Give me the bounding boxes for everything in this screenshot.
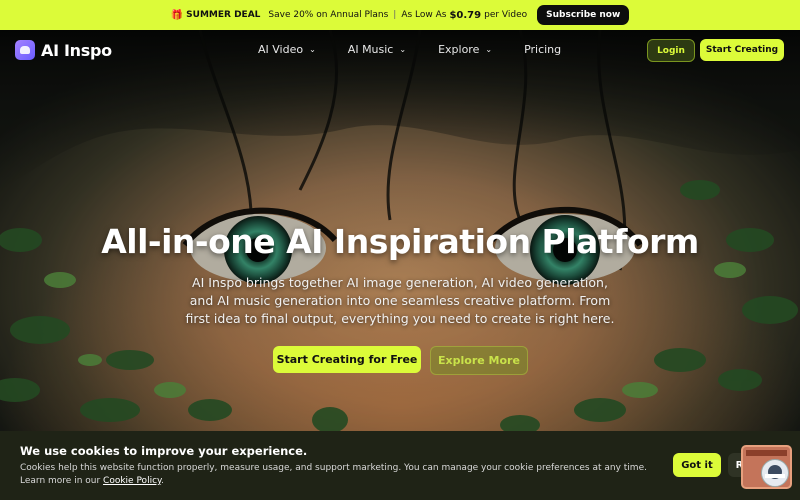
cookie-period: . (161, 476, 164, 486)
explore-more-button[interactable]: Explore More (430, 346, 528, 375)
cookie-policy-link[interactable]: Cookie Policy (103, 476, 161, 486)
cookie-body: Cookies help this website function prope… (20, 462, 670, 488)
main-menu: AI Video ⌄ AI Music ⌄ Explore ⌄ Pricing (258, 43, 593, 56)
start-creating-free-button[interactable]: Start Creating for Free (273, 346, 421, 373)
nav-item-explore[interactable]: Explore ⌄ (438, 43, 492, 56)
hero-subtitle: AI Inspo brings together AI image genera… (185, 275, 615, 326)
promo-offer: Save 20% on Annual Plans (268, 10, 389, 20)
cookie-banner: We use cookies to improve your experienc… (0, 431, 800, 500)
nav-item-label: AI Music (347, 43, 394, 56)
nav-item-ai-video[interactable]: AI Video ⌄ (258, 43, 316, 56)
widget-bar (746, 450, 787, 456)
chevron-down-icon: ⌄ (309, 45, 316, 54)
accept-cookies-button[interactable]: Got it (673, 453, 721, 477)
start-creating-button[interactable]: Start Creating (700, 39, 784, 61)
brand-logo[interactable]: AI Inspo (15, 40, 112, 60)
promo-price: $0.79 (449, 9, 482, 21)
top-nav: AI Inspo AI Video ⌄ AI Music ⌄ Explore ⌄… (0, 30, 800, 70)
hero-illustration (0, 30, 800, 500)
nav-item-label: Explore (438, 43, 480, 56)
hero-title: All-in-one AI Inspiration Platform (101, 222, 699, 261)
promo-as-low-as: As Low As (401, 10, 447, 20)
cookie-title: We use cookies to improve your experienc… (20, 444, 308, 458)
promo-divider: | (393, 10, 397, 20)
nav-item-pricing[interactable]: Pricing (524, 43, 561, 56)
promo-bar: 🎁 SUMMER DEAL Save 20% on Annual Plans |… (0, 0, 800, 30)
brand-name: AI Inspo (41, 40, 112, 60)
chevron-down-icon: ⌄ (485, 45, 493, 54)
subscribe-button[interactable]: Subscribe now (537, 5, 630, 25)
login-button[interactable]: Login (647, 39, 695, 62)
promo-deal: SUMMER DEAL (186, 10, 261, 20)
promo-per: per Video (484, 10, 528, 20)
nav-item-ai-music[interactable]: AI Music ⌄ (348, 43, 406, 56)
nav-item-label: AI Video (258, 43, 304, 56)
nav-item-label: Pricing (524, 43, 562, 56)
logo-icon (15, 40, 35, 60)
hero-background (0, 30, 800, 500)
chevron-down-icon: ⌄ (399, 45, 407, 54)
chat-avatar-icon[interactable] (761, 459, 789, 487)
gift-icon: 🎁 (170, 9, 184, 21)
